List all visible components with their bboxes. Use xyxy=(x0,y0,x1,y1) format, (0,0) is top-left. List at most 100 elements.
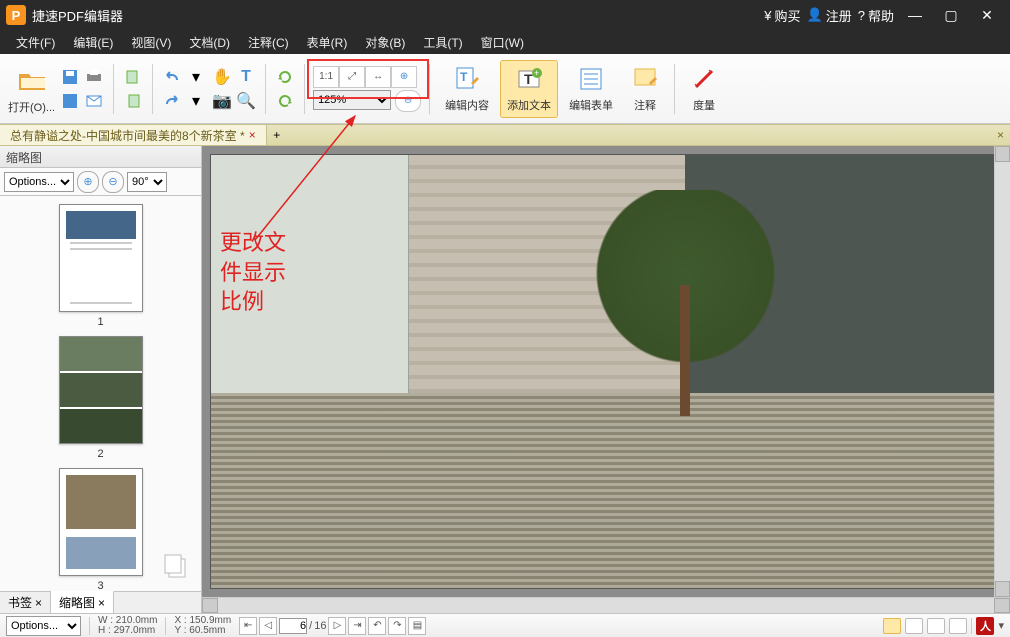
tab-add-button[interactable]: + xyxy=(267,128,287,142)
vertical-scrollbar[interactable] xyxy=(994,146,1010,597)
view-continuous-button[interactable] xyxy=(905,618,923,634)
app-icon: P xyxy=(6,5,26,25)
measure-button[interactable]: 度量 xyxy=(683,60,725,118)
undo-drop-icon[interactable]: ▾ xyxy=(185,66,207,88)
minimize-button[interactable]: — xyxy=(900,6,930,24)
menu-window[interactable]: 窗口(W) xyxy=(473,32,532,53)
page-info-button[interactable]: ▤ xyxy=(408,617,426,635)
edit-form-button[interactable]: 编辑表单 xyxy=(562,60,620,118)
buy-link[interactable]: ¥购买 xyxy=(764,6,800,25)
page-total: 16 xyxy=(314,620,326,632)
add-text-button[interactable]: T+ 添加文本 xyxy=(500,60,558,118)
snapshot-icon[interactable]: 📷 xyxy=(211,90,233,112)
adobe-icon[interactable]: 人 xyxy=(976,617,994,635)
measure-icon xyxy=(690,65,718,93)
zoom-out-button[interactable]: ⊖ xyxy=(395,90,421,112)
thumb-zoom-out-icon[interactable]: ⊖ xyxy=(102,171,124,193)
menu-file[interactable]: 文件(F) xyxy=(8,32,63,53)
menu-doc[interactable]: 文档(D) xyxy=(181,32,238,53)
toolbar-divider xyxy=(152,64,153,114)
close-icon[interactable]: × xyxy=(35,596,42,610)
last-page-button[interactable]: ⇥ xyxy=(348,617,366,635)
tab-close-icon[interactable]: × xyxy=(249,128,256,142)
zoom-fit-width-button[interactable]: ↔ xyxy=(365,66,391,88)
tab-thumbnail[interactable]: 缩略图× xyxy=(51,591,114,613)
print-icon[interactable] xyxy=(83,66,105,88)
toolbar-divider xyxy=(429,64,430,114)
open-icon[interactable] xyxy=(15,63,49,97)
svg-text:+: + xyxy=(534,68,539,78)
view-single-button[interactable] xyxy=(883,618,901,634)
thumb-zoom-in-icon[interactable]: ⊕ xyxy=(77,171,99,193)
chevron-down-icon[interactable]: ▾ xyxy=(998,619,1004,632)
thumb-num: 3 xyxy=(97,580,103,591)
first-page-button[interactable]: ⇤ xyxy=(239,617,257,635)
prev-page-button[interactable]: ◁ xyxy=(259,617,277,635)
sidebar: 缩略图 Options... ⊕ ⊖ 90° 1 2 3 书签× 缩略图× xyxy=(0,146,202,613)
search-icon[interactable]: 🔍 xyxy=(235,90,257,112)
redo-drop-icon[interactable]: ▾ xyxy=(185,90,207,112)
menu-object[interactable]: 对象(B) xyxy=(357,32,413,53)
status-options-select[interactable]: Options... xyxy=(6,616,81,636)
zoom-actual-button[interactable]: 1:1 xyxy=(313,66,339,88)
menu-annot[interactable]: 注释(C) xyxy=(240,32,297,53)
register-link[interactable]: 👤注册 xyxy=(807,6,852,25)
menu-bar: 文件(F) 编辑(E) 视图(V) 文档(D) 注释(C) 表单(R) 对象(B… xyxy=(0,30,1010,54)
document-tab[interactable]: 总有静谥之处-中国城市间最美的8个新茶室 * × xyxy=(0,125,267,145)
copy-icon[interactable] xyxy=(122,66,144,88)
email-icon[interactable] xyxy=(83,90,105,112)
undo-icon[interactable] xyxy=(161,66,183,88)
annotate-button[interactable]: 注释 xyxy=(624,60,666,118)
menu-form[interactable]: 表单(R) xyxy=(299,32,356,53)
tabbar-close-icon[interactable]: × xyxy=(991,128,1010,142)
nav-fwd-button[interactable]: ↷ xyxy=(388,617,406,635)
page-image xyxy=(211,155,1001,588)
rotate-ccw-icon[interactable] xyxy=(274,66,296,88)
thumb-options-select[interactable]: Options... xyxy=(4,172,74,192)
nav-back-button[interactable]: ↶ xyxy=(368,617,386,635)
thumbnail-1[interactable]: 1 xyxy=(59,204,143,328)
close-button[interactable]: ✕ xyxy=(972,6,1002,24)
yen-icon: ¥ xyxy=(764,8,771,23)
thumbnail-3[interactable]: 3 xyxy=(59,468,143,591)
menu-view[interactable]: 视图(V) xyxy=(123,32,179,53)
menu-edit[interactable]: 编辑(E) xyxy=(65,32,121,53)
zoom-fit-button[interactable]: ⤢ xyxy=(339,66,365,88)
thumbnails-panel[interactable]: 1 2 3 xyxy=(0,196,201,591)
hand-icon[interactable]: ✋ xyxy=(211,66,233,88)
view-facing-button[interactable] xyxy=(927,618,945,634)
maximize-button[interactable]: ▢ xyxy=(936,6,966,24)
thumb-rotate-select[interactable]: 90° xyxy=(127,172,167,192)
horizontal-scrollbar[interactable] xyxy=(202,597,1010,613)
next-page-button[interactable]: ▷ xyxy=(328,617,346,635)
page-canvas[interactable] xyxy=(210,154,1002,589)
save-icon[interactable] xyxy=(59,66,81,88)
edit-form-icon xyxy=(577,65,605,93)
help-link[interactable]: ?帮助 xyxy=(858,6,894,25)
menu-tools[interactable]: 工具(T) xyxy=(415,32,470,53)
annotate-icon xyxy=(631,65,659,93)
user-icon: 👤 xyxy=(807,7,823,23)
toolbar-divider xyxy=(304,64,305,114)
paste-icon[interactable] xyxy=(122,90,144,112)
add-text-icon: T+ xyxy=(515,65,543,93)
toolbar-divider xyxy=(674,64,675,114)
measure-label: 度量 xyxy=(693,97,715,113)
redo-icon[interactable] xyxy=(161,90,183,112)
edit-form-label: 编辑表单 xyxy=(569,97,613,113)
document-viewer[interactable] xyxy=(202,146,1010,613)
tab-bookmark[interactable]: 书签× xyxy=(0,592,51,613)
zoom-in-button[interactable]: ⊕ xyxy=(391,66,417,88)
view-facing-cont-button[interactable] xyxy=(949,618,967,634)
page-number-input[interactable] xyxy=(279,618,307,634)
zoom-select[interactable]: 125% xyxy=(313,90,391,110)
close-icon[interactable]: × xyxy=(98,596,105,610)
thumbnail-2[interactable]: 2 xyxy=(59,336,143,460)
annotation-text: 更改文 件显示 比例 xyxy=(220,228,286,317)
text-select-icon[interactable]: T xyxy=(235,66,257,88)
save-as-icon[interactable] xyxy=(59,90,81,112)
rotate-cw-icon[interactable] xyxy=(274,90,296,112)
annotate-label: 注释 xyxy=(634,97,656,113)
edit-content-button[interactable]: T 编辑内容 xyxy=(438,60,496,118)
toolbar-divider xyxy=(113,64,114,114)
